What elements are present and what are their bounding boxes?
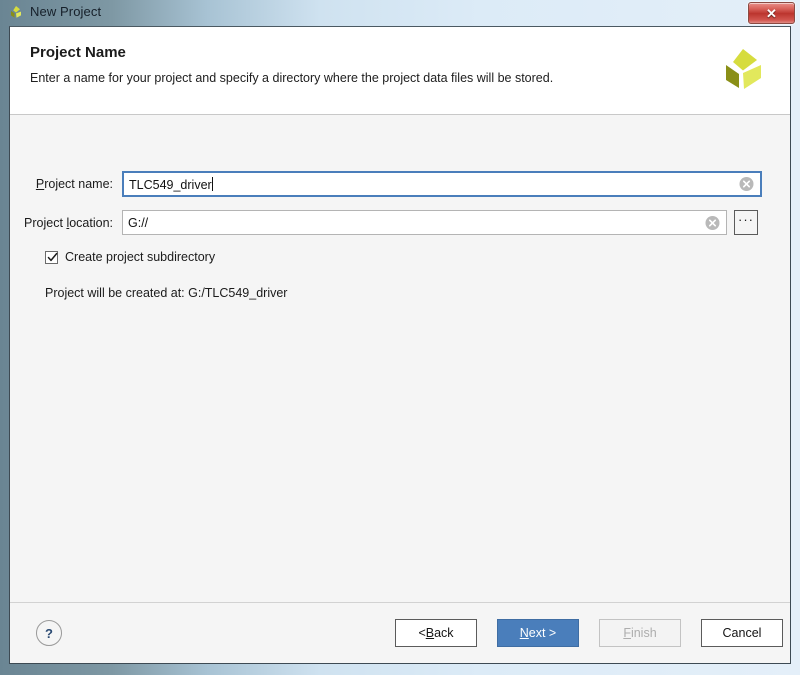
wizard-header: Project Name Enter a name for your proje… [10, 27, 790, 115]
project-name-input[interactable]: TLC549_driver [122, 171, 762, 197]
create-subdirectory-row: Create project subdirectory [45, 250, 215, 264]
wizard-body: Project name: TLC549_driver Project loca… [10, 115, 790, 605]
finish-button-mnemonic: F [623, 626, 631, 640]
next-button-suffix: ext > [529, 626, 556, 640]
close-icon: ✕ [766, 7, 777, 20]
project-location-input[interactable]: G:// [122, 210, 727, 235]
project-name-label-mnemonic: P [36, 177, 44, 191]
question-mark-icon: ? [45, 626, 53, 641]
project-created-at-text: Project will be created at: G:/TLC549_dr… [45, 286, 287, 300]
back-button[interactable]: < Back [395, 619, 477, 647]
title-bar[interactable]: New Project ✕ [0, 0, 800, 26]
finish-button-suffix: inish [631, 626, 657, 640]
project-name-label-suffix: roject name: [44, 177, 113, 191]
create-subdirectory-checkbox[interactable] [45, 251, 58, 264]
project-location-label-prefix: Project [24, 216, 66, 230]
cancel-button-suffix: Cancel [723, 626, 762, 640]
project-location-value: G:// [123, 216, 148, 230]
project-name-row: Project name: TLC549_driver [10, 171, 780, 197]
dialog-client-area: Project Name Enter a name for your proje… [9, 26, 791, 664]
next-button[interactable]: Next > [497, 619, 579, 647]
project-name-text: TLC549_driver [129, 178, 212, 192]
clear-circle-icon[interactable] [705, 215, 720, 230]
project-location-row: Project location: G:// ··· [10, 210, 780, 235]
finish-button: Finish [599, 619, 681, 647]
vivado-brand-logo-icon [716, 43, 768, 95]
project-name-label: Project name: [10, 177, 122, 191]
create-subdirectory-label[interactable]: Create project subdirectory [65, 250, 215, 264]
wizard-footer: ? < Back Next > Finish Cancel [10, 602, 790, 663]
new-project-dialog-window: New Project ✕ Project Name Enter a name … [0, 0, 800, 675]
page-title: Project Name [30, 44, 126, 61]
page-description: Enter a name for your project and specif… [30, 71, 553, 85]
help-button[interactable]: ? [36, 620, 62, 646]
browse-button[interactable]: ··· [734, 210, 758, 235]
text-caret [212, 177, 213, 191]
project-location-label: Project location: [10, 216, 122, 230]
clear-circle-icon[interactable] [739, 177, 754, 192]
window-title: New Project [30, 4, 101, 19]
project-name-value: TLC549_driver [124, 177, 213, 192]
back-button-prefix: < [418, 626, 425, 640]
close-button[interactable]: ✕ [748, 2, 795, 24]
vivado-logo-icon [8, 5, 24, 21]
next-button-mnemonic: N [520, 626, 529, 640]
cancel-button[interactable]: Cancel [701, 619, 783, 647]
project-location-label-suffix: ocation: [69, 216, 113, 230]
checkmark-icon [47, 252, 58, 263]
back-button-suffix: ack [434, 626, 453, 640]
back-button-mnemonic: B [426, 626, 434, 640]
